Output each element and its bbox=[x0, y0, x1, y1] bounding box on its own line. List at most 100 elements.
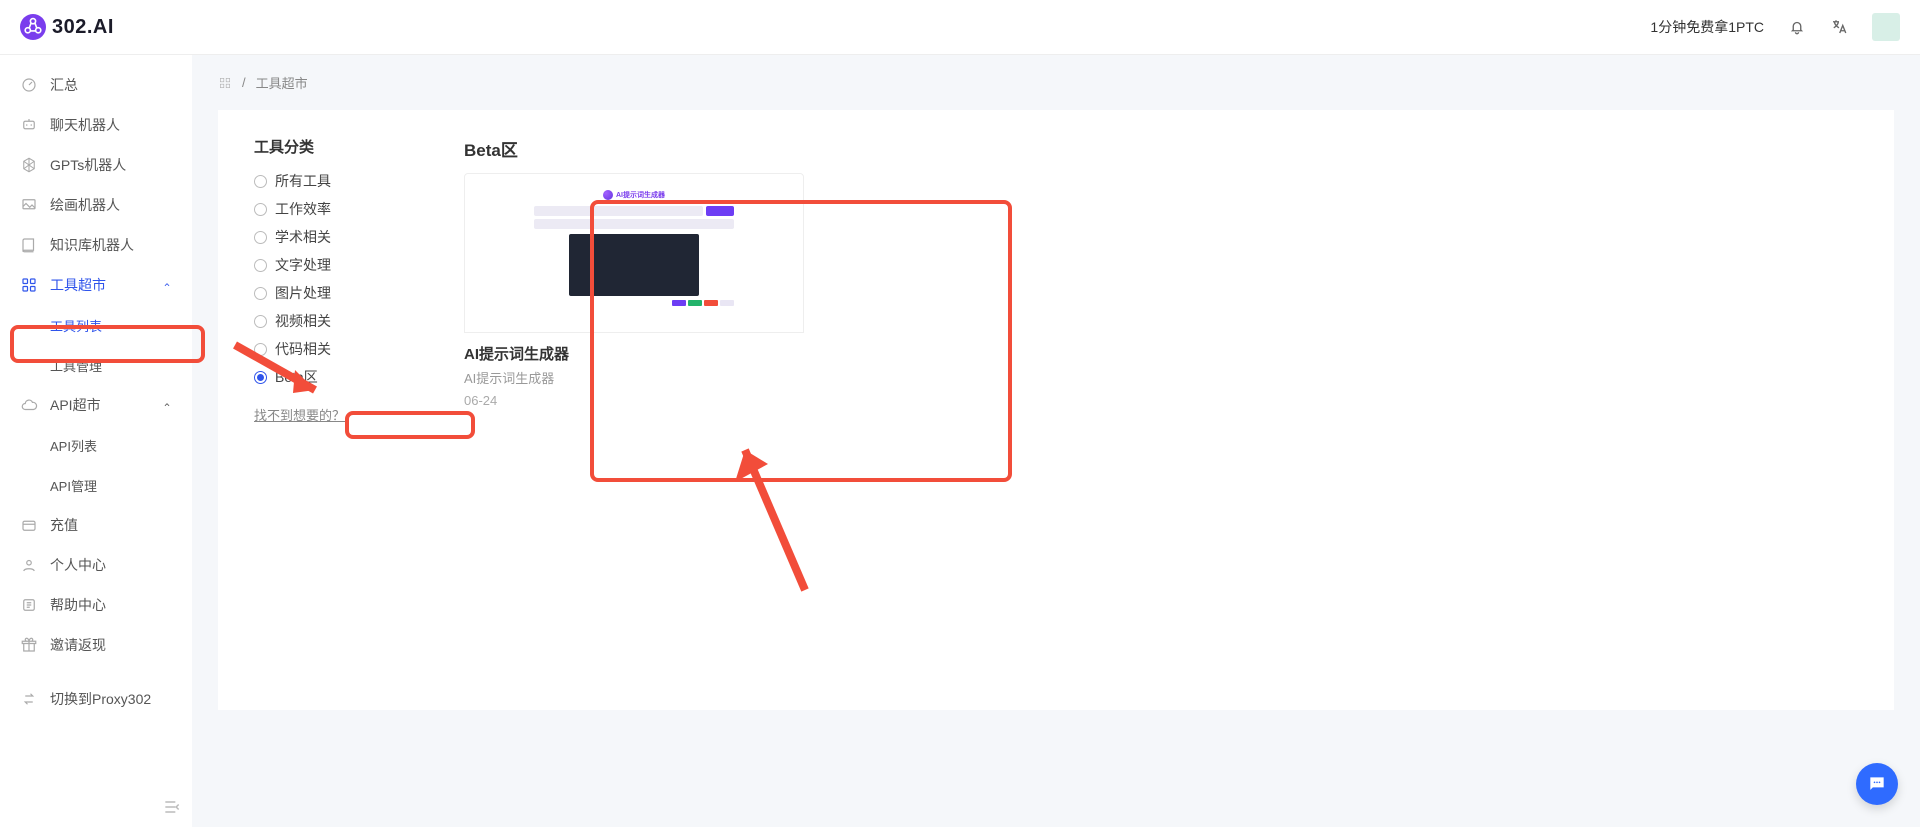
card-thumbnail: AI提示词生成器 bbox=[464, 173, 804, 333]
category-label: Beta区 bbox=[275, 367, 318, 387]
book-icon bbox=[20, 236, 38, 254]
category-column: 工具分类 所有工具 工作效率 学术相关 文字处理 图片处理 视频相关 代码相关 … bbox=[254, 136, 394, 684]
brand-logo-icon bbox=[20, 14, 46, 40]
sidebar-item-label: 绘画机器人 bbox=[50, 195, 120, 215]
sidebar-item-tool-market[interactable]: 工具超市 bbox=[6, 265, 186, 305]
sidebar-item-api-market[interactable]: API超市 bbox=[6, 385, 186, 425]
sidebar-item-label: 个人中心 bbox=[50, 555, 106, 575]
radio-icon bbox=[254, 287, 267, 300]
sidebar-item-label: 聊天机器人 bbox=[50, 115, 120, 135]
sidebar-item-help[interactable]: 帮助中心 bbox=[6, 585, 186, 625]
category-title: 工具分类 bbox=[254, 136, 394, 157]
bell-icon[interactable] bbox=[1788, 18, 1806, 36]
card-title: AI提示词生成器 bbox=[464, 343, 804, 364]
radio-icon bbox=[254, 175, 267, 188]
sidebar-sub-tool-list[interactable]: 工具列表 bbox=[6, 305, 186, 345]
sidebar-sub-api-list[interactable]: API列表 bbox=[6, 425, 186, 465]
sidebar-item-label: GPTs机器人 bbox=[50, 155, 126, 175]
thumb-header-text: AI提示词生成器 bbox=[616, 190, 665, 200]
sidebar-sub-tool-manage[interactable]: 工具管理 bbox=[6, 345, 186, 385]
sidebar-item-label: API管理 bbox=[50, 476, 97, 495]
category-option-all[interactable]: 所有工具 bbox=[254, 171, 394, 191]
thumb-logo-icon bbox=[603, 190, 613, 200]
sidebar-sub-api-manage[interactable]: API管理 bbox=[6, 465, 186, 505]
cards-column: Beta区 AI提示词生成器 bbox=[464, 136, 1858, 684]
category-label: 文字处理 bbox=[275, 255, 331, 275]
sidebar-item-label: 工具超市 bbox=[50, 275, 106, 295]
sidebar: 汇总 聊天机器人 GPTs机器人 绘画机器人 知识库机器人 工具超市 工具列表 … bbox=[0, 55, 192, 827]
language-icon[interactable] bbox=[1830, 18, 1848, 36]
bot-icon bbox=[20, 116, 38, 134]
category-option-code[interactable]: 代码相关 bbox=[254, 339, 394, 359]
breadcrumb-sep: / bbox=[242, 75, 246, 90]
radio-icon bbox=[254, 343, 267, 356]
brand-name: 302.AI bbox=[52, 16, 114, 39]
category-label: 图片处理 bbox=[275, 283, 331, 303]
chat-icon bbox=[1867, 774, 1887, 794]
sidebar-item-proxy[interactable]: 切换到Proxy302 bbox=[6, 679, 186, 719]
sidebar-item-gpts[interactable]: GPTs机器人 bbox=[6, 145, 186, 185]
category-label: 工作效率 bbox=[275, 199, 331, 219]
card-date: 06-24 bbox=[464, 393, 804, 408]
dashboard-icon bbox=[20, 76, 38, 94]
gpt-icon bbox=[20, 156, 38, 174]
gift-icon bbox=[20, 636, 38, 654]
section-title: Beta区 bbox=[464, 136, 1858, 161]
breadcrumb-page[interactable]: 工具超市 bbox=[256, 73, 308, 92]
help-icon bbox=[20, 596, 38, 614]
chevron-up-icon bbox=[162, 280, 172, 290]
category-label: 所有工具 bbox=[275, 171, 331, 191]
collapse-icon[interactable] bbox=[162, 797, 182, 817]
sidebar-item-profile[interactable]: 个人中心 bbox=[6, 545, 186, 585]
breadcrumb: / 工具超市 bbox=[218, 73, 1894, 92]
promo-link[interactable]: 1分钟免费拿1PTC bbox=[1650, 17, 1764, 37]
category-label: 代码相关 bbox=[275, 339, 331, 359]
category-option-video[interactable]: 视频相关 bbox=[254, 311, 394, 331]
sidebar-item-label: 工具列表 bbox=[50, 316, 102, 335]
home-grid-icon[interactable] bbox=[218, 76, 232, 90]
sidebar-item-label: 充值 bbox=[50, 515, 78, 535]
radio-icon bbox=[254, 203, 267, 216]
missing-link[interactable]: 找不到想要的？ bbox=[254, 405, 345, 424]
sidebar-item-label: 汇总 bbox=[50, 75, 78, 95]
brand[interactable]: 302.AI bbox=[20, 14, 114, 40]
category-option-text[interactable]: 文字处理 bbox=[254, 255, 394, 275]
main-panel: 工具分类 所有工具 工作效率 学术相关 文字处理 图片处理 视频相关 代码相关 … bbox=[218, 110, 1894, 710]
sidebar-item-label: 工具管理 bbox=[50, 356, 102, 375]
chat-fab[interactable] bbox=[1856, 763, 1898, 805]
sidebar-item-recharge[interactable]: 充值 bbox=[6, 505, 186, 545]
category-label: 视频相关 bbox=[275, 311, 331, 331]
sidebar-item-label: 切换到Proxy302 bbox=[50, 689, 151, 709]
thumbnail-preview: AI提示词生成器 bbox=[519, 186, 749, 321]
top-bar: 302.AI 1分钟免费拿1PTC bbox=[0, 0, 1920, 55]
apps-icon bbox=[20, 276, 38, 294]
sidebar-item-label: 邀请返现 bbox=[50, 635, 106, 655]
sidebar-item-label: 知识库机器人 bbox=[50, 235, 134, 255]
category-option-efficiency[interactable]: 工作效率 bbox=[254, 199, 394, 219]
sidebar-item-chatbot[interactable]: 聊天机器人 bbox=[6, 105, 186, 145]
wallet-icon bbox=[20, 516, 38, 534]
category-option-beta[interactable]: Beta区 bbox=[254, 367, 394, 387]
tool-card[interactable]: AI提示词生成器 bbox=[464, 173, 804, 408]
category-option-image[interactable]: 图片处理 bbox=[254, 283, 394, 303]
sidebar-item-invite[interactable]: 邀请返现 bbox=[6, 625, 186, 665]
radio-icon bbox=[254, 371, 267, 384]
category-option-academic[interactable]: 学术相关 bbox=[254, 227, 394, 247]
sidebar-item-label: API列表 bbox=[50, 436, 97, 455]
avatar[interactable] bbox=[1872, 13, 1900, 41]
sidebar-item-dashboard[interactable]: 汇总 bbox=[6, 65, 186, 105]
sidebar-item-label: API超市 bbox=[50, 395, 101, 415]
radio-icon bbox=[254, 231, 267, 244]
sidebar-item-label: 帮助中心 bbox=[50, 595, 106, 615]
radio-icon bbox=[254, 259, 267, 272]
top-right: 1分钟免费拿1PTC bbox=[1650, 13, 1900, 41]
swap-icon bbox=[20, 690, 38, 708]
category-label: 学术相关 bbox=[275, 227, 331, 247]
card-subtitle: AI提示词生成器 bbox=[464, 368, 804, 387]
content-area: / 工具超市 工具分类 所有工具 工作效率 学术相关 文字处理 图片处理 视频相… bbox=[192, 55, 1920, 827]
radio-icon bbox=[254, 315, 267, 328]
sidebar-item-paint[interactable]: 绘画机器人 bbox=[6, 185, 186, 225]
sidebar-item-knowledge[interactable]: 知识库机器人 bbox=[6, 225, 186, 265]
chevron-up-icon bbox=[162, 400, 172, 410]
cloud-icon bbox=[20, 396, 38, 414]
